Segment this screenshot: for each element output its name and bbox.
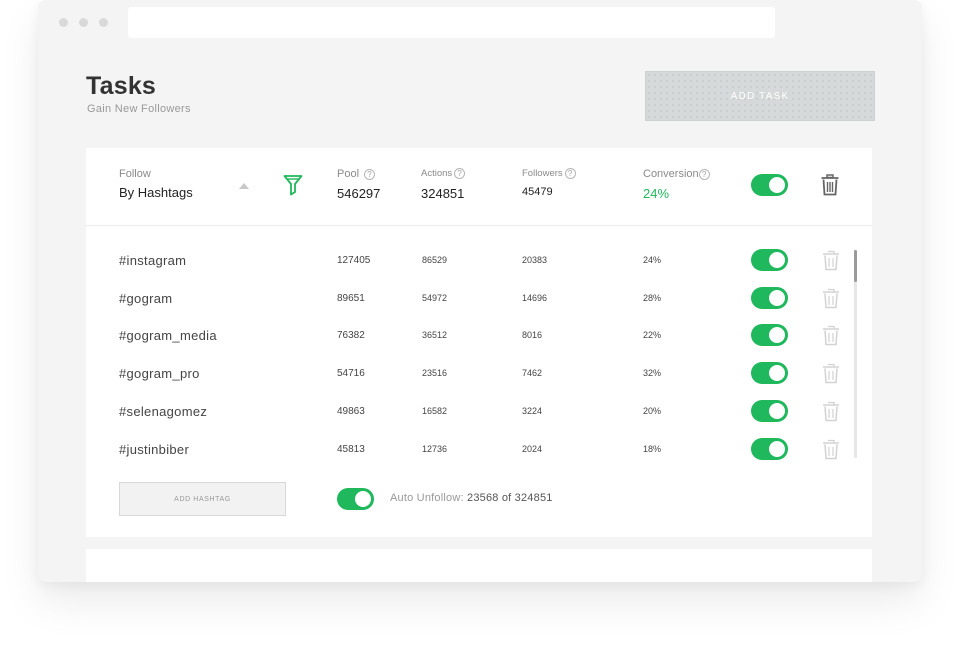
- page-subtitle: Gain New Followers: [87, 103, 191, 115]
- hashtag-name[interactable]: #instagram: [119, 253, 186, 268]
- trash-icon[interactable]: [820, 174, 840, 196]
- hashtag-conversion: 32%: [643, 368, 662, 379]
- hashtag-pool: 49863: [337, 405, 365, 417]
- list-item: #gogram_media 76382 36512 8016 22%: [86, 324, 856, 362]
- window-dot[interactable]: [99, 18, 108, 27]
- help-icon[interactable]: ?: [564, 168, 576, 179]
- hashtag-followers: 7462: [522, 368, 543, 379]
- hashtag-toggle[interactable]: [751, 286, 788, 309]
- help-icon[interactable]: ?: [364, 168, 376, 180]
- trash-icon[interactable]: [821, 401, 841, 422]
- list-item: #gogram_pro 54716 23516 7462 32%: [86, 362, 856, 400]
- follow-mode-select[interactable]: By Hashtags: [119, 185, 193, 200]
- auto-unfollow-value: 23568 of 324851: [467, 492, 553, 504]
- address-bar[interactable]: [128, 7, 775, 38]
- hashtag-actions: 36512: [422, 330, 448, 341]
- hashtag-followers: 8016: [522, 330, 543, 341]
- hashtag-conversion: 24%: [643, 255, 662, 265]
- hashtag-name[interactable]: #justinbiber: [119, 442, 189, 457]
- toggle-knob: [769, 327, 785, 344]
- hashtag-actions: 12736: [422, 443, 448, 454]
- actions-label: Actions: [421, 168, 453, 179]
- hashtag-followers: 2024: [522, 443, 543, 454]
- toggle-knob: [769, 402, 785, 419]
- hashtag-pool: 45813: [337, 443, 365, 455]
- toggle-knob: [769, 252, 785, 268]
- window-dot[interactable]: [79, 18, 88, 27]
- hashtag-conversion: 22%: [643, 330, 662, 341]
- help-icon[interactable]: ?: [698, 168, 710, 180]
- task-card-collapsed[interactable]: [86, 549, 872, 582]
- pool-label: Pool: [337, 168, 360, 180]
- pool-header: Pool ?: [337, 168, 376, 180]
- trash-icon[interactable]: [821, 288, 841, 309]
- task-toggle[interactable]: [751, 174, 788, 196]
- hashtag-conversion: 28%: [643, 292, 662, 303]
- hashtag-toggle[interactable]: [751, 249, 788, 271]
- hashtag-toggle[interactable]: [751, 324, 788, 347]
- trash-icon[interactable]: [821, 250, 841, 271]
- followers-label: Followers: [522, 168, 563, 179]
- pool-value: 546297: [337, 186, 381, 201]
- caret-up-icon[interactable]: [239, 183, 249, 189]
- actions-value: 324851: [421, 186, 465, 201]
- help-icon[interactable]: ?: [454, 168, 466, 179]
- hashtag-name[interactable]: #gogram: [119, 291, 172, 306]
- follow-label: Follow: [119, 168, 151, 180]
- add-hashtag-button[interactable]: ADD HASHTAG: [119, 482, 286, 516]
- hashtag-followers: 3224: [522, 405, 543, 416]
- trash-icon[interactable]: [821, 325, 841, 346]
- hashtag-name[interactable]: #gogram_pro: [119, 366, 200, 381]
- add-task-button[interactable]: ADD TASK: [645, 71, 875, 121]
- hashtag-followers: 14696: [522, 292, 548, 303]
- toggle-knob: [769, 365, 785, 382]
- hashtag-toggle[interactable]: [751, 399, 788, 422]
- hashtag-name[interactable]: #gogram_media: [119, 328, 217, 343]
- divider: [86, 225, 872, 226]
- hashtag-actions: 86529: [422, 255, 448, 265]
- followers-value: 45479: [522, 186, 553, 198]
- toggle-knob: [769, 440, 785, 457]
- list-item: #selenagomez 49863 16582 3224 20%: [86, 399, 856, 438]
- conversion-header: Conversion ?: [643, 168, 710, 180]
- list-item: #instagram 127405 86529 20383 24%: [86, 249, 856, 287]
- auto-unfollow-toggle[interactable]: [337, 488, 374, 510]
- task-card: Follow By Hashtags Pool ? 546297 Actions…: [86, 148, 872, 537]
- hashtag-toggle[interactable]: [751, 362, 788, 385]
- hashtag-pool: 76382: [337, 330, 365, 342]
- list-item: #gogram 89651 54972 14696 28%: [86, 286, 856, 325]
- toggle-knob: [769, 177, 785, 193]
- auto-unfollow-label: Auto Unfollow:: [390, 492, 464, 504]
- list-item: #justinbiber 45813 12736 2024 18%: [86, 437, 856, 476]
- hashtag-pool: 127405: [337, 255, 371, 266]
- trash-icon[interactable]: [821, 439, 841, 460]
- hashtag-conversion: 18%: [643, 443, 662, 454]
- hashtag-pool: 54716: [337, 368, 365, 380]
- hashtag-toggle[interactable]: [751, 437, 788, 460]
- hashtag-name[interactable]: #selenagomez: [119, 404, 207, 419]
- hashtag-followers: 20383: [522, 255, 548, 265]
- window-dot[interactable]: [59, 18, 68, 27]
- page-title: Tasks: [86, 72, 157, 100]
- browser-window: Tasks Gain New Followers ADD TASK Follow…: [38, 0, 922, 582]
- conversion-label: Conversion: [643, 168, 699, 180]
- hashtag-actions: 16582: [422, 405, 448, 416]
- actions-header: Actions ?: [421, 168, 466, 179]
- funnel-icon[interactable]: [283, 174, 303, 196]
- conversion-value: 24%: [643, 186, 670, 201]
- toggle-knob: [355, 491, 371, 507]
- followers-header: Followers ?: [522, 168, 576, 179]
- hashtag-actions: 54972: [422, 292, 448, 303]
- hashtag-actions: 23516: [422, 368, 448, 379]
- toggle-knob: [769, 289, 785, 306]
- hashtag-pool: 89651: [337, 292, 365, 304]
- scrollbar-thumb[interactable]: [854, 250, 857, 282]
- auto-unfollow-text: Auto Unfollow: 23568 of 324851: [390, 492, 553, 504]
- hashtag-conversion: 20%: [643, 405, 662, 416]
- trash-icon[interactable]: [821, 363, 841, 384]
